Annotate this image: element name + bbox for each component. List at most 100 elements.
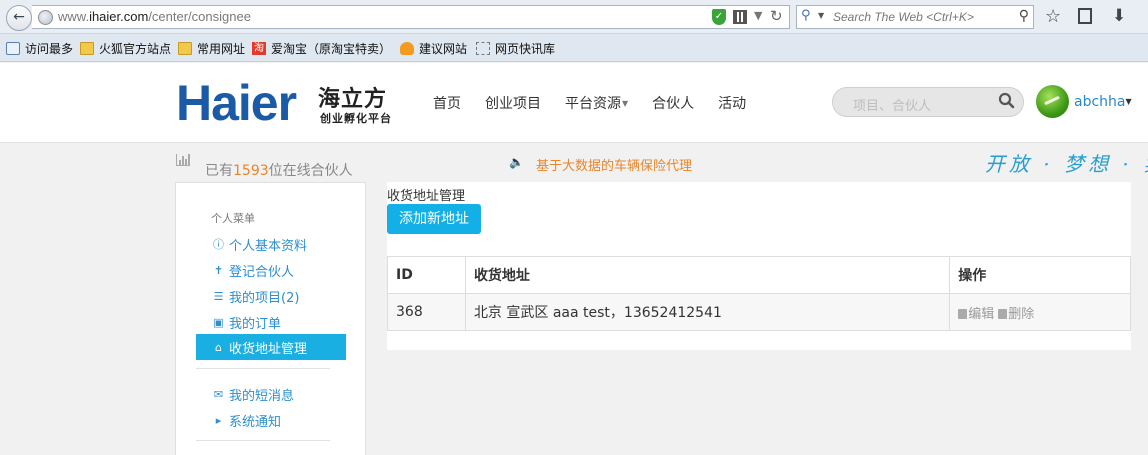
bookmark-label: 访问最多: [25, 42, 74, 56]
site-search-placeholder: 项目、合伙人: [853, 99, 932, 114]
bookmark-most-visited[interactable]: 访问最多: [6, 40, 73, 57]
bookmark-firefox-sites[interactable]: 火狐官方站点: [80, 40, 171, 57]
sidebar-item-label: 我的项目(2): [229, 290, 300, 306]
site-search-input[interactable]: 项目、合伙人: [832, 87, 1024, 117]
logo-cn-name[interactable]: 海立方: [318, 81, 387, 113]
shield-icon[interactable]: ✓: [712, 9, 726, 25]
sidebar-divider: [196, 368, 330, 369]
slogan: 开放 · 梦想 · 实: [985, 152, 1148, 176]
bookmark-aitaobao[interactable]: 淘爱淘宝（原淘宝特卖）: [252, 40, 391, 57]
column-header-address: 收货地址: [464, 256, 951, 294]
online-suffix: 位在线合伙人: [268, 163, 353, 179]
caret-down-icon: ▼: [1125, 97, 1132, 106]
trash-icon: [958, 308, 968, 319]
avatar[interactable]: [1036, 85, 1069, 118]
address-management-panel: 收货地址管理 添加新地址 ID 收货地址 操作 368 北京 宣武区 aaa t…: [387, 182, 1131, 350]
online-partners-text: 已有1593位在线合伙人: [205, 160, 353, 180]
edit-link[interactable]: 编辑: [958, 307, 994, 322]
info-icon: ⓘ: [213, 238, 224, 251]
list-icon: ☰: [213, 289, 224, 303]
notice-link[interactable]: 基于大数据的车辆保险代理: [536, 155, 692, 174]
bookmarks-library-icon[interactable]: [1078, 8, 1092, 24]
main-nav: 首页 创业项目 平台资源▼ 合伙人 活动: [433, 93, 770, 113]
table-header-row: ID 收货地址 操作: [387, 256, 1131, 294]
nav-resources[interactable]: 平台资源▼: [565, 93, 628, 113]
delete-label: 删除: [1008, 306, 1035, 322]
sidebar-item-profile[interactable]: ⓘ 个人基本资料: [196, 231, 346, 257]
bookmark-label: 网页快讯库: [495, 42, 556, 56]
address-table: ID 收货地址 操作 368 北京 宣武区 aaa test，136524125…: [387, 256, 1131, 331]
browser-toolbar: ← www.ihaier.com/center/consignee ✓ ▼ ↻ …: [0, 0, 1148, 34]
sidebar-item-label: 收货地址管理: [229, 341, 308, 357]
nav-partners[interactable]: 合伙人: [652, 93, 694, 113]
back-arrow-icon[interactable]: ←: [6, 5, 32, 31]
cell-id: 368: [387, 293, 466, 331]
bookmark-suggested-sites[interactable]: 建议网站: [400, 40, 467, 57]
nav-home[interactable]: 首页: [433, 93, 461, 113]
sidebar-item-messages[interactable]: ✉ 我的短消息: [196, 381, 346, 407]
bookmark-common-sites[interactable]: 常用网址: [178, 40, 245, 57]
cart-icon: ▣: [213, 315, 224, 329]
address-bar[interactable]: www.ihaier.com/center/consignee ✓ ▼ ↻: [32, 5, 790, 29]
globe-icon: [38, 10, 53, 25]
bookmark-label: 建议网站: [419, 42, 468, 56]
sidebar-item-label: 我的订单: [229, 316, 282, 332]
trash-icon: [998, 308, 1008, 319]
search-icon[interactable]: [998, 92, 1015, 109]
url-text[interactable]: www.ihaier.com/center/consignee: [58, 9, 251, 24]
cell-address: 北京 宣武区 aaa test，13652412541: [464, 293, 951, 331]
sidebar-item-label: 登记合伙人: [229, 264, 295, 280]
sidebar-item-addresses[interactable]: ⌂ 收货地址管理: [196, 334, 346, 360]
bookmark-label: 火狐官方站点: [99, 42, 172, 56]
download-icon[interactable]: ⬇: [1112, 6, 1126, 26]
search-engine-icon[interactable]: ⚲: [801, 8, 811, 23]
bookmark-star-icon[interactable]: ☆: [1045, 6, 1061, 27]
taobao-icon: 淘: [252, 42, 266, 55]
sidebar-item-label: 个人基本资料: [229, 238, 308, 254]
sidebar-divider: [196, 440, 330, 441]
reload-icon[interactable]: ↻: [770, 7, 783, 25]
sidebar-item-notifications[interactable]: ▸ 系统通知: [196, 407, 346, 433]
nav-events[interactable]: 活动: [718, 93, 746, 113]
sidebar-item-my-orders[interactable]: ▣ 我的订单: [196, 309, 346, 335]
dropdown-arrow-icon[interactable]: ▼: [754, 9, 762, 22]
sidebar-item-my-projects[interactable]: ☰ 我的项目(2): [196, 283, 346, 309]
nav-projects[interactable]: 创业项目: [485, 93, 541, 113]
qr-code-icon[interactable]: [733, 10, 747, 24]
caret-down-icon: ▼: [622, 99, 629, 108]
folder-icon: [178, 42, 192, 55]
delete-link[interactable]: 删除: [998, 307, 1034, 322]
column-header-actions: 操作: [949, 256, 1131, 294]
bulb-icon: [400, 42, 414, 55]
logo-subtitle: 创业孵化平台: [320, 112, 392, 125]
search-icon[interactable]: ⚲: [1019, 8, 1029, 24]
folder-icon: [80, 42, 94, 55]
bullhorn-icon: ▸: [215, 413, 222, 427]
online-count: 1593: [233, 163, 269, 179]
speaker-icon: 🔈: [509, 155, 524, 169]
personal-sidebar: 个人菜单 ⓘ 个人基本资料 ✝ 登记合伙人 ☰ 我的项目(2) ▣ 我的订单 ⌂ 收货地址…: [175, 182, 366, 455]
bookmarks-bar: 访问最多 火狐官方站点 常用网址 淘爱淘宝（原淘宝特卖） 建议网站 网页快讯库: [0, 34, 1148, 62]
add-address-button[interactable]: 添加新地址: [387, 204, 481, 234]
sidebar-heading: 个人菜单: [211, 212, 255, 225]
site-header: Haier 海立方 创业孵化平台 首页 创业项目 平台资源▼ 合伙人 活动 项目…: [0, 63, 1148, 143]
haier-logo[interactable]: Haier: [176, 77, 297, 129]
bar-chart-icon: [176, 154, 190, 166]
page-title: 收货地址管理: [387, 189, 466, 204]
bookmark-web-slice[interactable]: 网页快讯库: [476, 40, 555, 57]
user-menu[interactable]: abchha▼: [1074, 94, 1132, 110]
browser-search-placeholder: Search The Web <Ctrl+K>: [833, 10, 974, 24]
table-row: 368 北京 宣武区 aaa test，13652412541 编辑 删除: [387, 293, 1131, 331]
bookmark-label: 爱淘宝（原淘宝特卖）: [271, 42, 392, 56]
online-prefix: 已有: [205, 163, 233, 179]
webslice-icon: [476, 42, 490, 55]
edit-label: 编辑: [968, 306, 995, 322]
bookmark-label: 常用网址: [197, 42, 246, 56]
sidebar-item-label: 我的短消息: [229, 388, 295, 404]
visit-icon: [6, 42, 20, 55]
browser-search-box[interactable]: ⚲ ▼ Search The Web <Ctrl+K> ⚲: [796, 5, 1034, 29]
nav-resources-label: 平台资源: [565, 96, 621, 112]
chevron-down-icon[interactable]: ▼: [818, 11, 824, 20]
user-name: abchha: [1074, 94, 1126, 110]
sidebar-item-register-partner[interactable]: ✝ 登记合伙人: [196, 257, 346, 283]
